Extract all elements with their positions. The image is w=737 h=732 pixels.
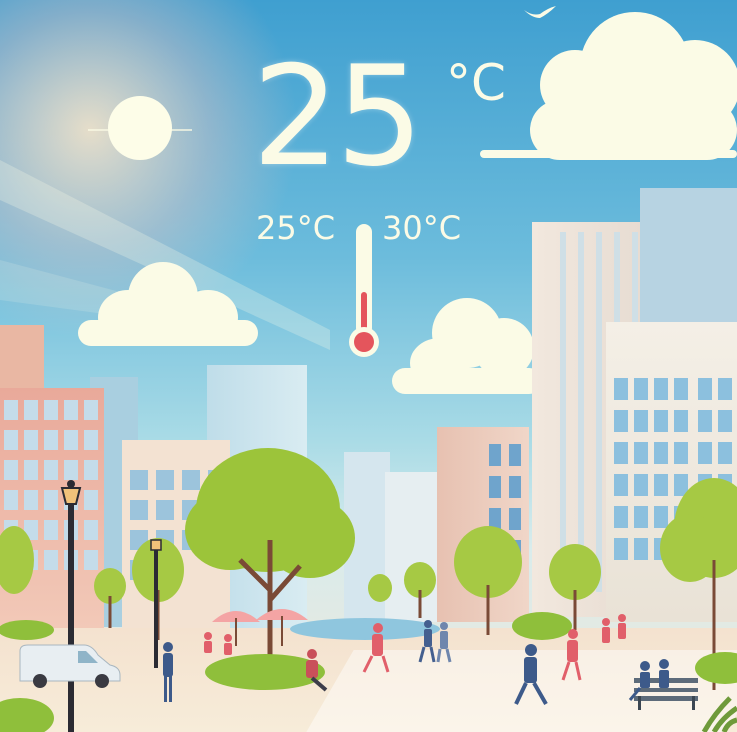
high-temperature: 30°C (382, 209, 462, 247)
thermometer-icon (349, 224, 379, 357)
low-temperature: 25°C (256, 209, 336, 247)
person (418, 620, 436, 663)
plant (701, 696, 737, 732)
person (163, 642, 173, 702)
weather-illustration: 25 °C 25°C 30°C (0, 0, 737, 732)
person (659, 659, 669, 688)
person (561, 629, 582, 681)
people (163, 614, 669, 705)
cloud-top-right (480, 10, 737, 160)
person (618, 614, 626, 639)
sun-icon (88, 96, 192, 160)
cloud-middle (392, 298, 542, 398)
current-temperature: 25 (252, 36, 424, 197)
person (362, 623, 390, 673)
person (436, 622, 452, 663)
person (514, 644, 548, 705)
person (602, 618, 610, 643)
current-temperature-unit: °C (446, 54, 506, 112)
person (204, 632, 212, 653)
cloud-left (78, 260, 258, 350)
person (306, 649, 328, 692)
person (224, 634, 232, 655)
person (628, 661, 650, 701)
